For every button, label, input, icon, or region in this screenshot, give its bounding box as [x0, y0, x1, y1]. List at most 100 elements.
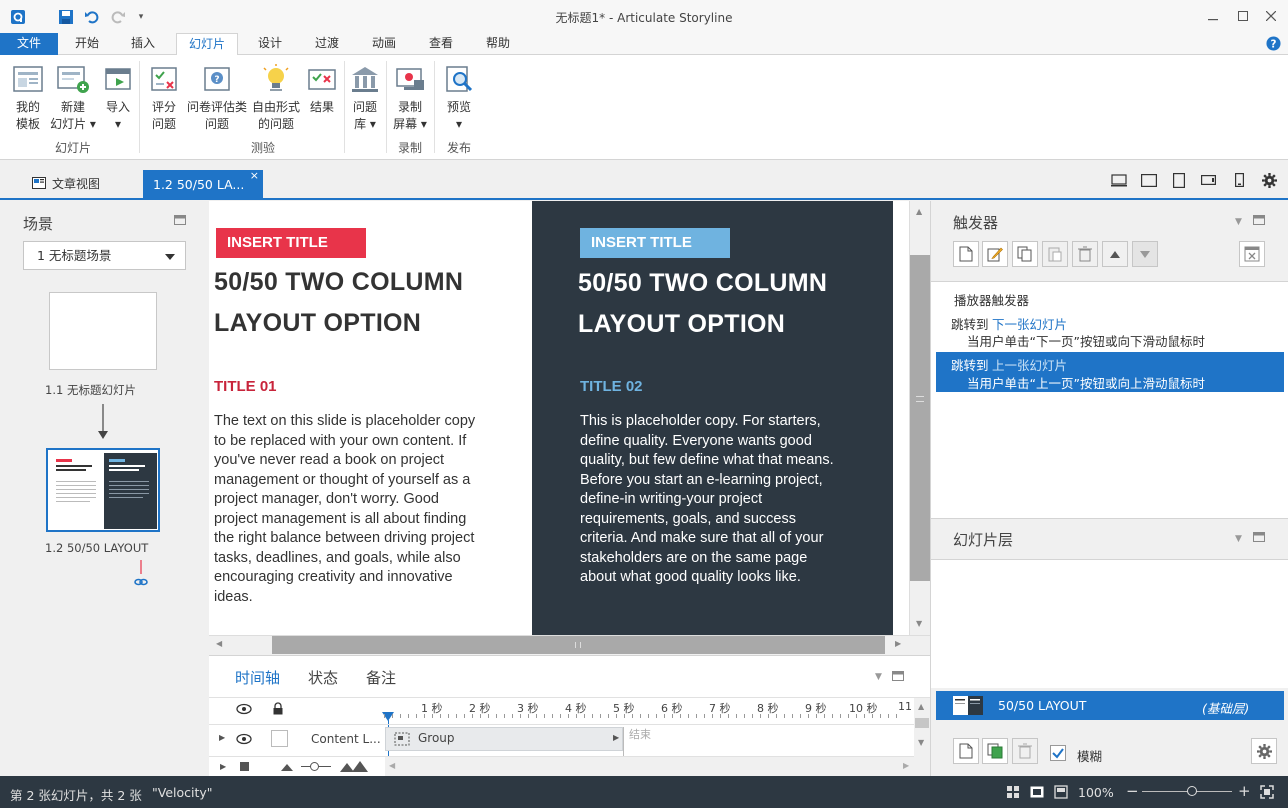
survey-question-button[interactable]: ? 问卷评估类 问题 — [186, 63, 248, 133]
tablet-portrait-icon[interactable] — [1168, 171, 1190, 189]
scroll-left-icon[interactable]: ◀ — [389, 761, 395, 770]
menu-tab-view[interactable]: 查看 — [416, 33, 466, 55]
grid-view-icon[interactable] — [1006, 785, 1020, 799]
scroll-down-icon[interactable]: ▼ — [916, 619, 922, 628]
tab-timeline[interactable]: 时间轴 — [235, 667, 280, 688]
new-slide-button[interactable]: 新建 幻灯片 ▾ — [50, 63, 96, 133]
result-button[interactable]: 结果 — [304, 63, 340, 116]
slide-canvas[interactable]: INSERT TITLE 50/50 TWO COLUMN LAYOUT OPT… — [209, 201, 909, 635]
scene-select[interactable]: 1 无标题场景 — [23, 241, 186, 270]
canvas-vertical-scrollbar[interactable]: ▲ ▼ — [909, 201, 930, 635]
body-text-left[interactable]: The text on this slide is placeholder co… — [214, 412, 486, 607]
zoom-in-icon[interactable]: + — [1238, 782, 1251, 800]
menu-file[interactable]: 文件 — [0, 33, 58, 55]
menu-tab-animations[interactable]: 动画 — [359, 33, 409, 55]
timeline-object-name[interactable]: Content L... — [311, 732, 381, 746]
close-panel-button[interactable] — [1239, 241, 1265, 267]
layer-settings-button[interactable] — [1251, 738, 1277, 764]
slide-title-left[interactable]: 50/50 TWO COLUMN LAYOUT OPTION — [214, 262, 463, 344]
visibility-eye-icon[interactable] — [236, 733, 252, 745]
timeline-zoom-thumb[interactable] — [310, 762, 319, 771]
scroll-up-icon[interactable]: ▲ — [916, 207, 922, 216]
my-templates-button[interactable]: 我的 模板 — [6, 63, 50, 133]
menu-tab-slides[interactable]: 幻灯片 — [176, 33, 238, 56]
scroll-right-icon[interactable]: ▶ — [903, 761, 909, 770]
vertical-scroll-thumb[interactable] — [915, 718, 929, 728]
slide-title-right[interactable]: 50/50 TWO COLUMN LAYOUT OPTION — [578, 263, 827, 345]
timeline-vertical-scrollbar[interactable]: ▲ ▼ — [914, 698, 930, 776]
question-bank-button[interactable]: 问题库 ▾ — [346, 63, 384, 133]
menu-tab-design[interactable]: 设计 — [245, 33, 295, 55]
menu-tab-insert[interactable]: 插入 — [118, 33, 168, 55]
phone-portrait-icon[interactable] — [1228, 171, 1250, 189]
tab-states[interactable]: 状态 — [308, 667, 338, 688]
insert-title-right[interactable]: INSERT TITLE — [580, 228, 730, 258]
base-layer-row[interactable]: 50/50 LAYOUT (基础层) — [936, 691, 1284, 720]
trigger-item[interactable]: 跳转到 下一张幻灯片 当用户单击“下一页”按钮或向下滑动鼠标时 — [936, 312, 1284, 349]
expand-row-icon[interactable]: ▶ — [219, 733, 225, 742]
new-layer-button[interactable] — [953, 738, 979, 764]
minimize-icon[interactable] — [1198, 6, 1228, 26]
lock-icon[interactable] — [272, 702, 284, 715]
zoom-out-icon[interactable]: − — [1126, 782, 1139, 800]
delete-layer-button[interactable] — [1012, 738, 1038, 764]
move-up-button[interactable] — [1102, 241, 1128, 267]
close-tab-icon[interactable]: × — [250, 161, 259, 191]
import-button[interactable]: 导入 ▾ — [98, 63, 138, 133]
record-screen-button[interactable]: 录制 屏幕 ▾ — [390, 63, 430, 133]
graded-question-button[interactable]: 评分 问题 — [144, 63, 184, 133]
end-marker[interactable] — [623, 727, 624, 757]
link-icon[interactable] — [134, 560, 148, 590]
trigger-target-link[interactable]: 上一张幻灯片 — [992, 355, 1067, 374]
freeform-question-button[interactable]: 自由形式 的问题 — [250, 63, 302, 133]
chevron-down-icon[interactable]: ▼ — [1235, 217, 1242, 227]
close-icon[interactable] — [1256, 6, 1286, 26]
panel-dock-icon[interactable] — [174, 215, 186, 225]
zoom-slider-thumb[interactable] — [1186, 786, 1197, 796]
delete-trigger-button[interactable] — [1072, 241, 1098, 267]
help-icon[interactable]: ? — [1266, 36, 1281, 51]
restore-icon[interactable] — [1228, 6, 1258, 26]
slide-thumbnail-1-1[interactable] — [49, 292, 157, 370]
insert-title-left[interactable]: INSERT TITLE — [216, 228, 366, 258]
timeline-horizontal-scrollbar[interactable]: ◀ ▶ — [385, 757, 914, 776]
chevron-down-icon[interactable]: ▼ — [1235, 534, 1242, 544]
subtitle-right[interactable]: TITLE 02 — [580, 378, 643, 395]
copy-trigger-button[interactable] — [1012, 241, 1038, 267]
scroll-left-icon[interactable]: ◀ — [216, 639, 222, 648]
desktop-view-icon[interactable] — [1108, 171, 1130, 189]
panel-dock-icon[interactable] — [1253, 215, 1265, 225]
scroll-down-icon[interactable]: ▼ — [918, 738, 924, 747]
body-text-right[interactable]: This is placeholder copy. For starters, … — [580, 412, 845, 588]
timeline-object-bar[interactable]: Group ▶ — [385, 727, 623, 751]
visibility-eye-icon[interactable] — [236, 703, 252, 715]
trigger-item-selected[interactable]: 跳转到 上一张幻灯片 当用户单击“上一页”按钮或向上滑动鼠标时 — [936, 352, 1284, 392]
zoom-in-icon[interactable] — [340, 760, 368, 772]
tablet-landscape-icon[interactable] — [1138, 171, 1160, 189]
slide-view-icon[interactable] — [1054, 785, 1068, 799]
tab-notes[interactable]: 备注 — [366, 667, 396, 688]
panel-dock-icon[interactable] — [892, 671, 904, 681]
zoom-out-icon[interactable] — [281, 763, 293, 771]
duplicate-layer-button[interactable] — [982, 738, 1008, 764]
new-trigger-button[interactable] — [953, 241, 979, 267]
vertical-scroll-thumb[interactable] — [910, 255, 930, 581]
paste-trigger-button[interactable] — [1042, 241, 1068, 267]
menu-tab-transitions[interactable]: 过渡 — [302, 33, 352, 55]
play-icon[interactable]: ▶ — [220, 762, 226, 771]
canvas-horizontal-scrollbar[interactable]: ◀ ▶ — [209, 635, 930, 654]
dim-checkbox[interactable] — [1050, 745, 1066, 761]
edit-trigger-button[interactable] — [982, 241, 1008, 267]
panel-dock-icon[interactable] — [1253, 532, 1265, 542]
scroll-up-icon[interactable]: ▲ — [918, 702, 924, 711]
menu-tab-home[interactable]: 开始 — [62, 33, 112, 55]
tab-slide-1-2[interactable]: 1.2 50/50 LA... × — [143, 169, 263, 200]
normal-view-icon[interactable] — [1030, 785, 1044, 799]
scroll-right-icon[interactable]: ▶ — [895, 639, 901, 648]
move-down-button[interactable] — [1132, 241, 1158, 267]
fit-window-icon[interactable] — [1260, 785, 1274, 799]
stop-icon[interactable] — [240, 762, 249, 771]
preview-button[interactable]: 预览 ▾ — [438, 63, 480, 133]
chevron-down-icon[interactable]: ▼ — [875, 672, 882, 682]
expand-bar-icon[interactable]: ▶ — [613, 733, 619, 742]
